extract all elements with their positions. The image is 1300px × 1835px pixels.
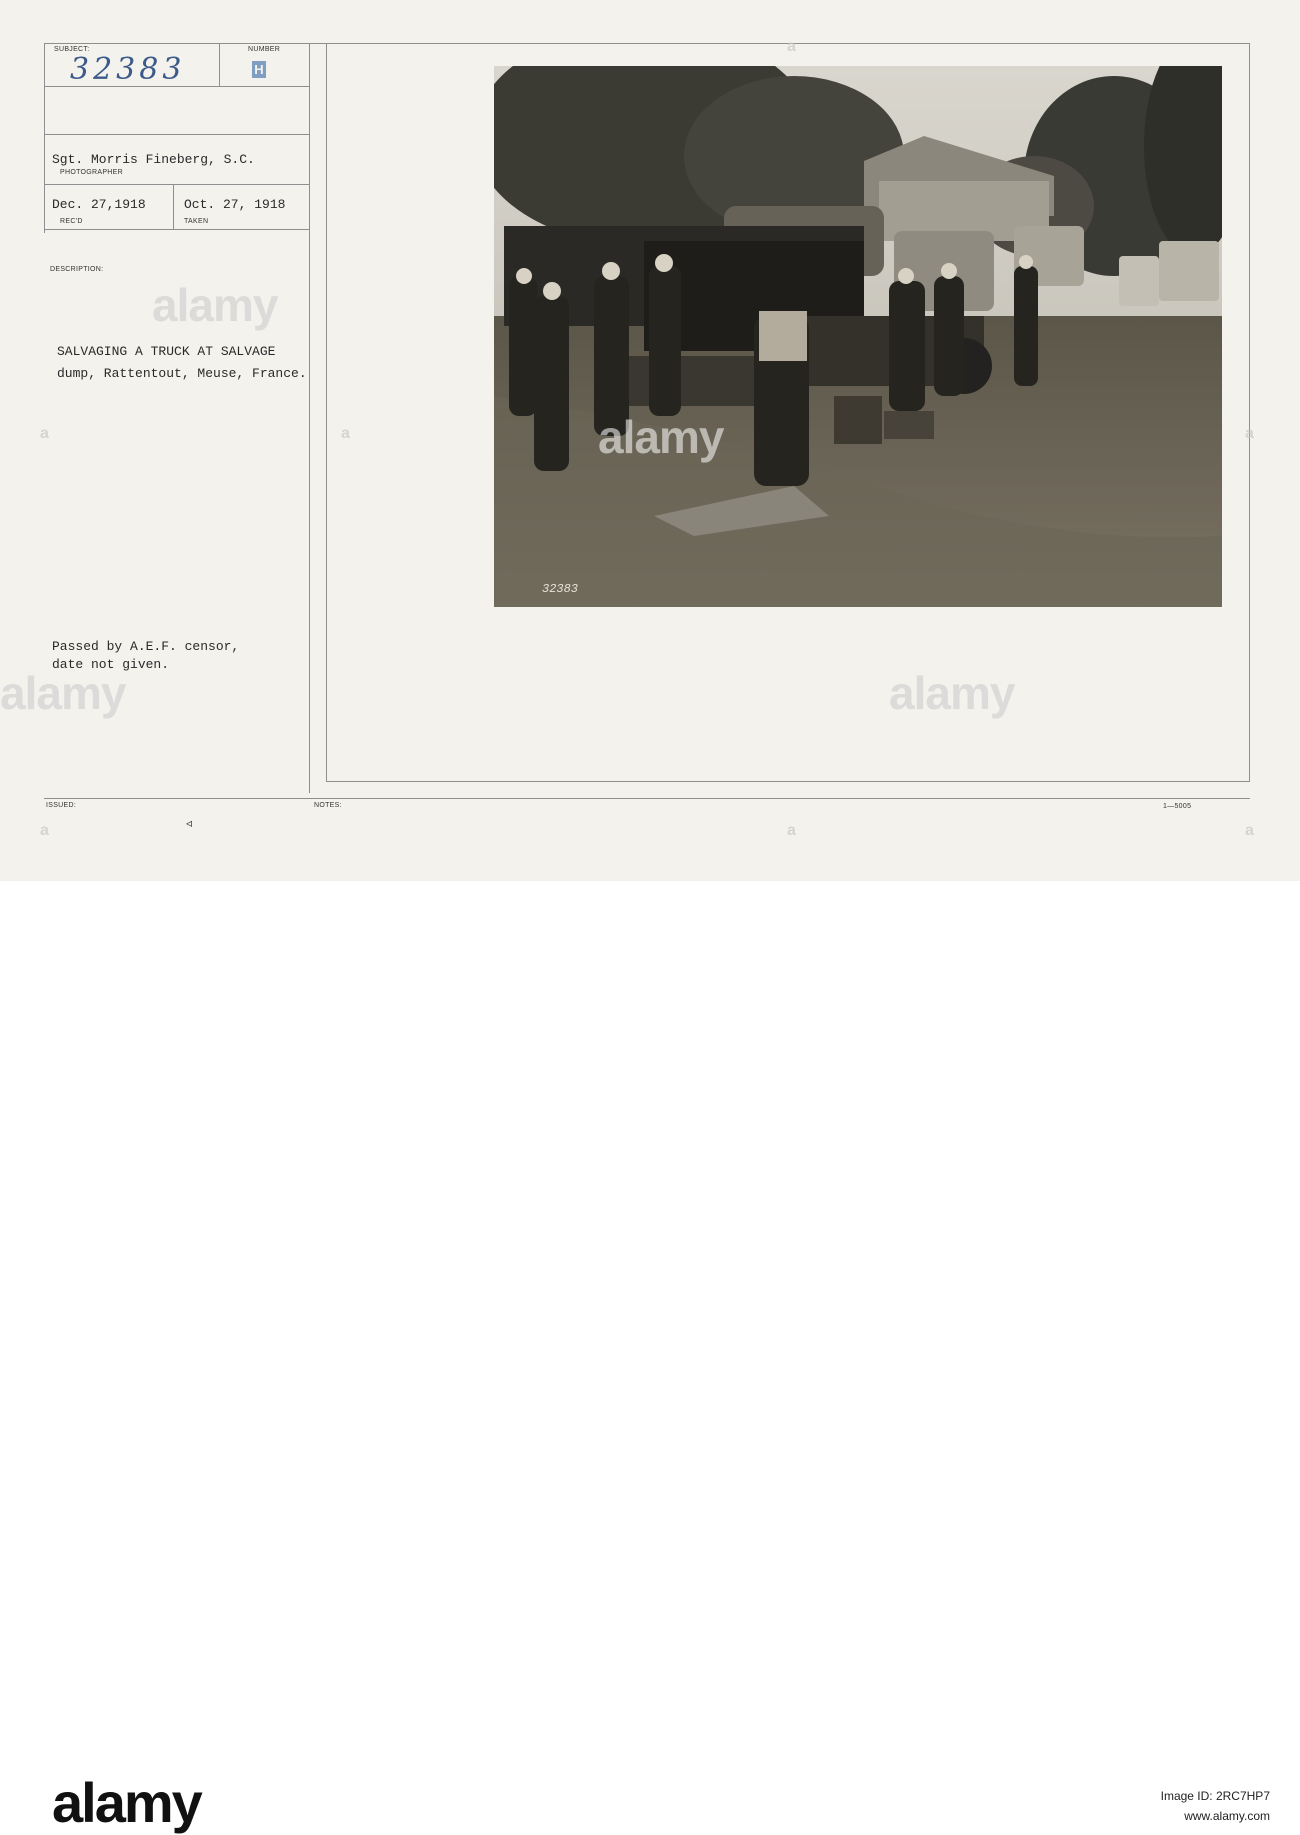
photographer-bottom-rule: [44, 184, 309, 185]
dates-divider: [173, 184, 174, 230]
number-stamp: H: [252, 61, 266, 78]
frame-photo-box-bottom: [326, 781, 1250, 782]
subject-number-divider: [219, 43, 220, 86]
image-meta: Image ID: 2RC7HP7 www.alamy.com: [1050, 1786, 1270, 1826]
frame-divider-vertical: [309, 43, 310, 793]
watermark-dot-1: a: [40, 425, 49, 442]
photo-negative-number: 32383: [542, 582, 579, 596]
taken-label: TAKEN: [184, 218, 209, 225]
notes-label: NOTES:: [314, 802, 342, 809]
received-date: Dec. 27,1918: [52, 197, 146, 212]
photographer-top-rule: [44, 134, 309, 135]
frame-photo-box-right: [1249, 43, 1250, 782]
number-label: NUMBER: [248, 46, 281, 53]
archive-card: SUBJECT: 32383 NUMBER H Sgt. Morris Fine…: [0, 0, 1300, 881]
watermark-right-lower: alamy: [889, 667, 1015, 719]
description-line-2: dump, Rattentout, Meuse, France.: [57, 366, 307, 381]
watermark-dot-3: a: [1245, 425, 1254, 442]
frame-top: [44, 43, 1250, 44]
frame-bottom-rule: [44, 798, 1250, 799]
photographer-label: PHOTOGRAPHER: [60, 169, 123, 176]
taken-date: Oct. 27, 1918: [184, 197, 286, 212]
dates-bottom-rule: [44, 229, 309, 230]
watermark-dot-5: a: [787, 822, 796, 839]
frame-photo-box-left: [326, 43, 327, 782]
site-url[interactable]: www.alamy.com: [1050, 1806, 1270, 1826]
issued-mark: ◃: [186, 817, 193, 831]
watermark-dot-7: a: [787, 38, 796, 55]
censor-line-1: Passed by A.E.F. censor,: [52, 639, 240, 654]
brand-logo[interactable]: alamy: [52, 1770, 203, 1835]
watermark-left-upper: alamy: [152, 279, 278, 331]
watermark-left-lower: alamy: [0, 667, 126, 719]
form-number: 1—5005: [1163, 803, 1192, 810]
description-label: DESCRIPTION:: [50, 266, 104, 273]
watermark-dot-2: a: [341, 425, 350, 442]
stock-footer: alamy Image ID: 2RC7HP7 www.alamy.com: [0, 881, 1300, 1834]
description-line-1: SALVAGING A TRUCK AT SALVAGE: [57, 344, 276, 359]
photographer-name: Sgt. Morris Fineberg, S.C.: [52, 152, 255, 167]
watermark-dot-6: a: [1245, 822, 1254, 839]
subject-number-handwritten: 32383: [70, 52, 186, 87]
photo-scene: [494, 66, 1222, 607]
issued-label: ISSUED:: [46, 802, 77, 809]
watermark-dot-4: a: [40, 822, 49, 839]
image-id: Image ID: 2RC7HP7: [1160, 1789, 1270, 1803]
watermark-photo-center: alamy: [598, 411, 724, 463]
received-label: REC'D: [60, 218, 83, 225]
archival-photograph: 32383: [494, 66, 1222, 607]
frame-left-col-rule: [44, 43, 45, 233]
